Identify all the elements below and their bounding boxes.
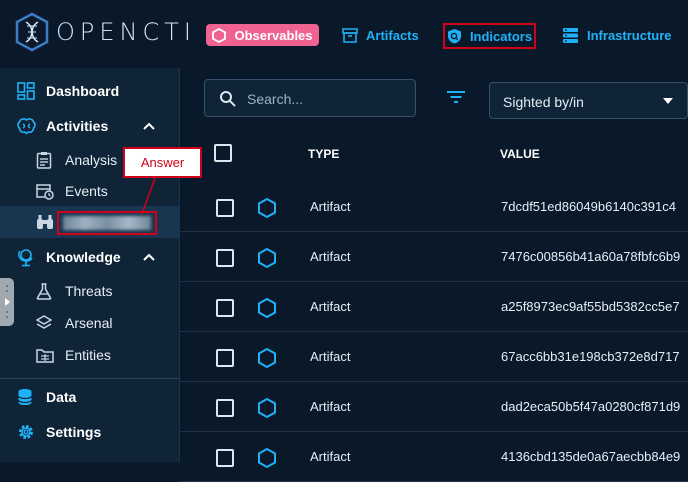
table-row[interactable]: Artifact a25f8973ec9af55bd5382cc5e7 [180,282,688,332]
hexagon-icon [257,397,277,419]
sort-select-value: Sighted by/in [503,94,584,110]
table-row[interactable]: Artifact 7dcdf51ed86049b6140c391c4 [180,182,688,232]
row-type: Artifact [310,399,351,414]
caret-down-icon [662,97,674,105]
table-row[interactable]: Artifact 7476c00856b41a60a78fbfc6b9 [180,232,688,282]
row-type: Artifact [310,299,351,314]
select-all-checkbox[interactable] [214,144,232,162]
row-checkbox[interactable] [216,449,234,467]
row-value: 7dcdf51ed86049b6140c391c4 [501,199,676,214]
row-value: a25f8973ec9af55bd5382cc5e7 [501,299,680,314]
search-input[interactable] [245,88,409,110]
row-value: 67acc6bb31e198cb372e8d717 [501,349,680,364]
search-bar[interactable] [204,79,416,117]
hexagon-icon [257,347,277,369]
row-type: Artifact [310,199,351,214]
row-type: Artifact [310,349,351,364]
column-header-type[interactable]: TYPE [308,147,339,161]
row-checkbox[interactable] [216,399,234,417]
row-checkbox[interactable] [216,199,234,217]
table-row[interactable]: Artifact 4136cbd135de0a67aecbb84e9 [180,432,688,482]
row-checkbox[interactable] [216,249,234,267]
row-checkbox[interactable] [216,349,234,367]
column-header-value[interactable]: VALUE [500,147,540,161]
hexagon-icon [257,247,277,269]
row-checkbox[interactable] [216,299,234,317]
row-type: Artifact [310,249,351,264]
sort-select[interactable]: Sighted by/in [489,82,688,119]
hexagon-icon [257,197,277,219]
row-value: dad2eca50b5f47a0280cf871d9 [501,399,681,414]
filter-icon[interactable] [446,90,466,104]
table-row[interactable]: Artifact 67acc6bb31e198cb372e8d717 [180,332,688,382]
row-value: 7476c00856b41a60a78fbfc6b9 [501,249,681,264]
hexagon-icon [257,297,277,319]
table-row[interactable]: Artifact dad2eca50b5f47a0280cf871d9 [180,382,688,432]
search-icon [219,90,237,108]
hexagon-icon [257,447,277,469]
